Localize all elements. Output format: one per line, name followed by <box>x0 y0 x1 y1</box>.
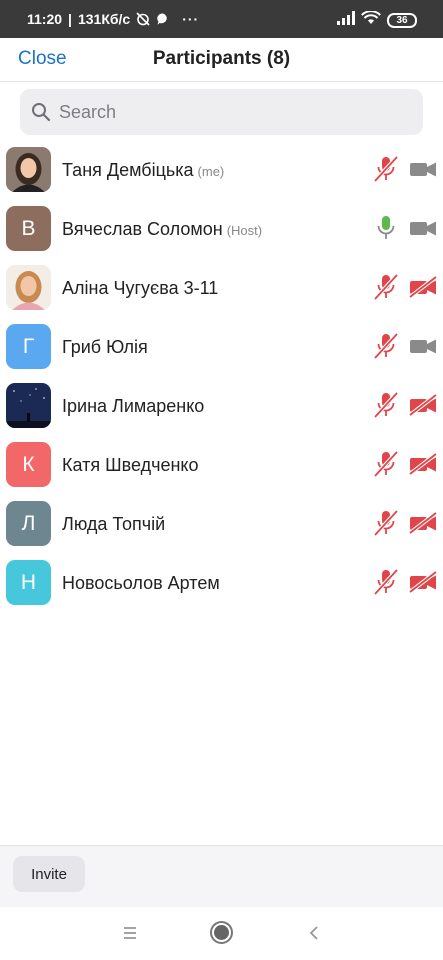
avatar: Л <box>6 501 51 546</box>
network-speed: 131Кб/с <box>77 11 131 27</box>
microphone-muted-icon[interactable] <box>373 273 399 301</box>
video-camera-icon[interactable] <box>409 335 437 357</box>
participant-name: Ірина Лимаренко <box>62 396 205 416</box>
participant-name-group: Новосьолов Артем <box>62 573 220 594</box>
avatar <box>6 265 51 310</box>
participant-name: Новосьолов Артем <box>62 573 220 593</box>
video-camera-off-icon[interactable] <box>408 511 438 535</box>
search-bar[interactable] <box>20 89 423 135</box>
back-icon[interactable] <box>306 923 322 943</box>
participant-name: Люда Топчій <box>62 514 166 534</box>
video-camera-icon[interactable] <box>409 217 437 239</box>
footer-bar: Invite <box>0 845 443 907</box>
microphone-icon[interactable] <box>373 214 399 242</box>
status-time: 11:20 <box>27 11 63 27</box>
status-left: 11:20 | 131Кб/с ··· <box>27 11 199 27</box>
search-input[interactable] <box>59 101 399 123</box>
microphone-muted-icon[interactable] <box>373 155 399 183</box>
participant-name-group: Ірина Лимаренко <box>62 396 204 417</box>
invite-button[interactable]: Invite <box>13 856 85 892</box>
video-camera-off-icon[interactable] <box>408 393 438 417</box>
microphone-muted-icon[interactable] <box>373 450 399 478</box>
video-camera-off-icon[interactable] <box>408 275 438 299</box>
participant-name: Таня Дембіцька <box>62 160 194 180</box>
wifi-icon <box>361 10 381 30</box>
battery-icon: 36 <box>387 13 417 28</box>
status-separator: | <box>68 11 72 27</box>
participant-name-group: Таня Дембіцька (me) <box>62 160 224 181</box>
video-camera-icon[interactable] <box>409 158 437 180</box>
alarm-off-icon <box>136 12 150 26</box>
avatar <box>6 147 51 192</box>
search-icon <box>32 103 51 122</box>
participant-row[interactable]: К Катя Шведченко <box>0 435 443 494</box>
participant-row[interactable]: Л Люда Топчій <box>0 494 443 553</box>
status-right: 36 <box>337 10 417 30</box>
chat-bubble-icon <box>156 12 170 26</box>
participant-row[interactable]: В Вячеслав Соломон (Host) <box>0 199 443 258</box>
participant-name-group: Катя Шведченко <box>62 455 199 476</box>
participant-role-tag: (Host) <box>226 223 263 238</box>
microphone-muted-icon[interactable] <box>373 568 399 596</box>
participant-name: Катя Шведченко <box>62 455 199 475</box>
participant-name-group: Аліна Чугуєва 3-11 <box>62 278 218 299</box>
video-camera-off-icon[interactable] <box>408 570 438 594</box>
avatar: Г <box>6 324 51 369</box>
participant-name-group: Вячеслав Соломон (Host) <box>62 219 262 240</box>
participant-role-tag: (me) <box>197 164 225 179</box>
participant-name-group: Гриб Юлія <box>62 337 148 358</box>
participant-row[interactable]: Таня Дембіцька (me) <box>0 140 443 199</box>
participants-header: Close Participants (8) <box>0 38 443 82</box>
avatar: В <box>6 206 51 251</box>
home-icon[interactable] <box>210 921 233 944</box>
status-bar: 11:20 | 131Кб/с ··· 36 <box>0 0 443 38</box>
microphone-muted-icon[interactable] <box>373 509 399 537</box>
participant-row[interactable]: Аліна Чугуєва 3-11 <box>0 258 443 317</box>
participant-row[interactable]: Н Новосьолов Артем <box>0 553 443 612</box>
video-camera-off-icon[interactable] <box>408 452 438 476</box>
avatar: Н <box>6 560 51 605</box>
avatar: К <box>6 442 51 487</box>
participant-row[interactable]: Ірина Лимаренко <box>0 376 443 435</box>
system-nav-bar <box>0 907 443 960</box>
microphone-muted-icon[interactable] <box>373 332 399 360</box>
participant-name: Аліна Чугуєва 3-11 <box>62 278 219 298</box>
avatar <box>6 383 51 428</box>
participants-list: Таня Дембіцька (me) В Вячеслав Соломон (Host… <box>0 140 443 612</box>
page-title: Participants (8) <box>152 48 291 69</box>
participant-row[interactable]: Г Гриб Юлія <box>0 317 443 376</box>
signal-icon <box>337 11 355 30</box>
participant-name: Вячеслав Соломон <box>62 219 223 239</box>
microphone-muted-icon[interactable] <box>373 391 399 419</box>
participant-name: Гриб Юлія <box>62 337 148 357</box>
participant-name-group: Люда Топчій <box>62 514 165 535</box>
more-notifications: ··· <box>182 11 200 27</box>
menu-icon[interactable] <box>121 923 139 943</box>
